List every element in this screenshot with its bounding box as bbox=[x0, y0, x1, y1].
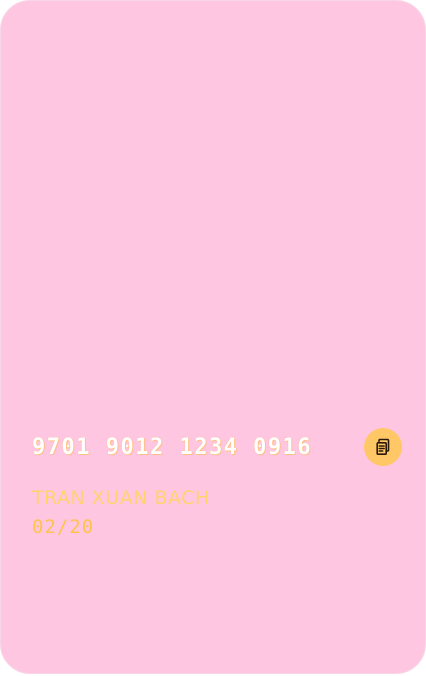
copy-card-number-button[interactable] bbox=[364, 428, 402, 466]
card-expiry-date: 02/20 bbox=[32, 516, 95, 538]
card-holder-name: TRAN XUAN BACH bbox=[32, 487, 210, 509]
copy-icon bbox=[373, 437, 393, 457]
credit-card: 9701 9012 1234 0916 TRAN XUAN BACH 02/20 bbox=[0, 0, 426, 674]
card-number: 9701 9012 1234 0916 bbox=[32, 434, 313, 460]
card-number-row: 9701 9012 1234 0916 bbox=[32, 428, 404, 466]
